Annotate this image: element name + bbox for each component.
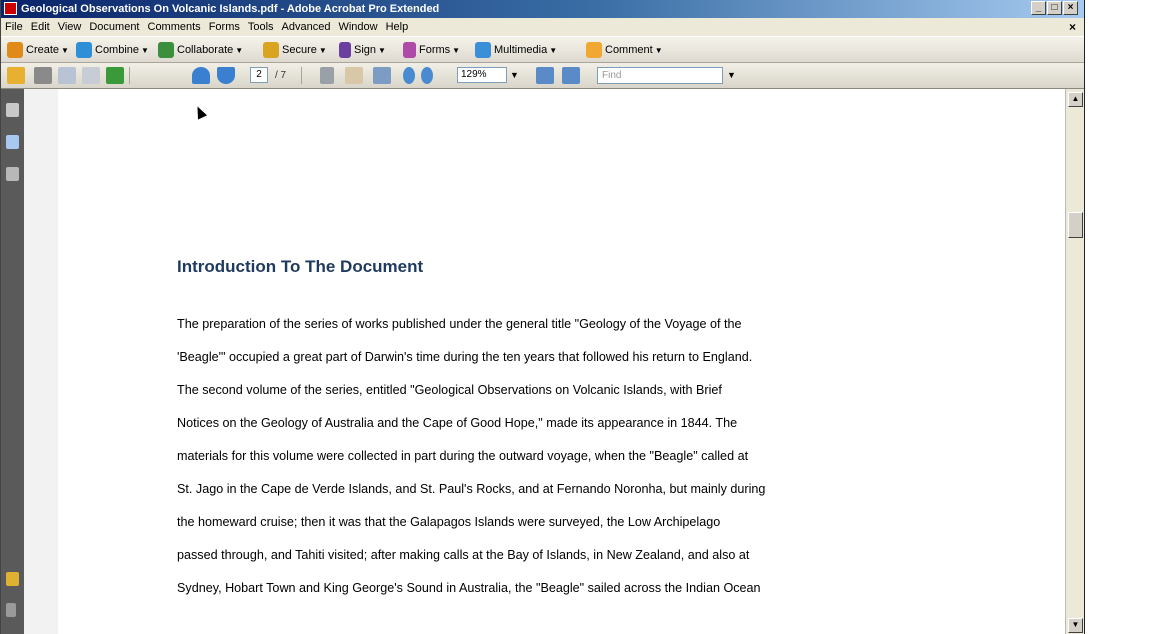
document-heading: Introduction To The Document — [177, 257, 424, 276]
menu-tools[interactable]: Tools — [244, 18, 278, 36]
chevron-down-icon: ▼ — [141, 46, 149, 55]
menu-bar: File Edit View Document Comments Forms T… — [1, 18, 1084, 36]
menu-window[interactable]: Window — [334, 18, 381, 36]
email-icon[interactable] — [82, 67, 100, 84]
find-input[interactable]: Find — [597, 67, 723, 84]
bookmarks-icon[interactable] — [6, 135, 19, 149]
comment-label: Comment — [605, 44, 653, 56]
comment-button[interactable]: Comment ▼ — [586, 41, 663, 59]
paragraph-line: St. Jago in the Cape de Verde Islands, a… — [177, 482, 766, 496]
chevron-down-icon: ▼ — [549, 46, 558, 55]
web-capture-icon[interactable] — [106, 67, 124, 84]
print-icon[interactable] — [34, 67, 52, 84]
menu-edit[interactable]: Edit — [27, 18, 54, 36]
page-number-input[interactable]: 2 — [250, 67, 268, 83]
paragraph-line: Notices on the Geology of Australia and … — [177, 416, 738, 430]
forms-icon — [403, 42, 416, 59]
pages-icon[interactable] — [6, 103, 19, 117]
scroll-down-button[interactable]: ▼ — [1068, 618, 1083, 633]
scroll-up-button[interactable]: ▲ — [1068, 92, 1083, 107]
paragraph-line: materials for this volume were collected… — [177, 449, 749, 463]
window-controls: _ □ × — [1031, 1, 1078, 15]
paragraph-line: 'Beagle'" occupied a great part of Darwi… — [177, 350, 753, 364]
multimedia-label: Multimedia — [494, 44, 548, 56]
fit-page-icon[interactable] — [562, 67, 580, 84]
pdf-page: Introduction To The Document The prepara… — [58, 89, 1065, 634]
secure-button[interactable]: Secure ▼ — [263, 41, 327, 59]
fit-width-icon[interactable] — [536, 67, 554, 84]
zoom-level-input[interactable]: 129% — [457, 67, 507, 83]
chevron-down-icon: ▼ — [235, 46, 244, 55]
multimedia-button[interactable]: Multimedia ▼ — [475, 41, 557, 59]
comment-icon — [586, 42, 602, 59]
pen-icon — [339, 42, 351, 59]
document-view[interactable]: Introduction To The Document The prepara… — [24, 89, 1065, 634]
menu-forms[interactable]: Forms — [205, 18, 244, 36]
chevron-down-icon[interactable]: ▼ — [727, 67, 736, 84]
menu-advanced[interactable]: Advanced — [278, 18, 335, 36]
combine-icon — [76, 42, 92, 59]
hand-tool-icon[interactable] — [345, 67, 363, 84]
paragraph-line: the homeward cruise; then it was that th… — [177, 515, 721, 529]
chevron-down-icon[interactable]: ▼ — [510, 67, 519, 84]
chevron-down-icon: ▼ — [61, 46, 69, 55]
menu-file[interactable]: File — [1, 18, 27, 36]
signatures-icon[interactable] — [6, 167, 19, 181]
next-page-icon[interactable] — [217, 67, 235, 84]
paragraph-line: The preparation of the series of works p… — [177, 317, 742, 331]
navigation-toolbar: 2 / 7 129% ▼ Find ▼ — [1, 63, 1084, 89]
close-button[interactable]: × — [1063, 1, 1078, 15]
acrobat-app-icon — [4, 2, 17, 15]
paragraph-line: Sydney, Hobart Town and King George's So… — [177, 581, 761, 595]
maximize-button[interactable]: □ — [1047, 1, 1062, 15]
zoom-tool-icon[interactable] — [373, 67, 391, 84]
attachments-icon[interactable] — [6, 603, 16, 617]
vertical-scrollbar[interactable]: ▲ ▼ — [1065, 89, 1084, 634]
sign-label: Sign — [354, 44, 377, 56]
menu-document[interactable]: Document — [85, 18, 143, 36]
forms-button[interactable]: Forms ▼ — [403, 41, 460, 59]
page-total: / 7 — [275, 70, 287, 81]
menu-help[interactable]: Help — [382, 18, 413, 36]
tasks-toolbar: Create ▼ Combine ▼ Collaborate ▼ Secure ▼ Si… — [1, 36, 1084, 63]
window-title: Geological Observations On Volcanic Isla… — [21, 3, 440, 15]
toolbar-separator — [129, 67, 130, 84]
chevron-down-icon: ▼ — [318, 46, 327, 55]
menu-comments[interactable]: Comments — [144, 18, 205, 36]
navigation-pane — [1, 89, 24, 634]
create-button[interactable]: Create ▼ — [7, 41, 69, 59]
zoom-out-icon[interactable] — [403, 67, 415, 84]
scrollbar-thumb[interactable] — [1068, 212, 1083, 238]
forms-label: Forms — [419, 44, 451, 56]
chevron-down-icon: ▼ — [654, 46, 663, 55]
create-label: Create — [26, 44, 60, 56]
save-icon[interactable] — [58, 67, 76, 84]
collaborate-label: Collaborate — [177, 44, 234, 56]
combine-button[interactable]: Combine ▼ — [76, 41, 149, 59]
chevron-down-icon: ▼ — [378, 46, 386, 55]
collaborate-button[interactable]: Collaborate ▼ — [158, 41, 243, 59]
create-icon — [7, 42, 23, 59]
lock-icon — [263, 42, 279, 59]
multimedia-icon — [475, 42, 491, 59]
collaborate-icon — [158, 42, 174, 59]
toolbar-separator — [301, 67, 302, 84]
title-bar: Geological Observations On Volcanic Isla… — [1, 0, 1084, 18]
sign-button[interactable]: Sign ▼ — [339, 41, 386, 59]
zoom-in-icon[interactable] — [421, 67, 433, 84]
paragraph-line: passed through, and Tahiti visited; afte… — [177, 548, 750, 562]
select-tool-icon[interactable] — [320, 67, 334, 84]
paragraph-line: The second volume of the series, entitle… — [177, 383, 722, 397]
comments-icon[interactable] — [6, 572, 19, 586]
acrobat-window: Geological Observations On Volcanic Isla… — [0, 0, 1085, 634]
combine-label: Combine — [95, 44, 140, 56]
menu-view[interactable]: View — [54, 18, 86, 36]
chevron-down-icon: ▼ — [452, 46, 461, 55]
minimize-button[interactable]: _ — [1031, 1, 1046, 15]
secure-label: Secure — [282, 44, 317, 56]
open-folder-icon[interactable] — [7, 67, 25, 84]
document-close-icon[interactable]: × — [1069, 18, 1076, 36]
previous-page-icon[interactable] — [192, 67, 210, 84]
